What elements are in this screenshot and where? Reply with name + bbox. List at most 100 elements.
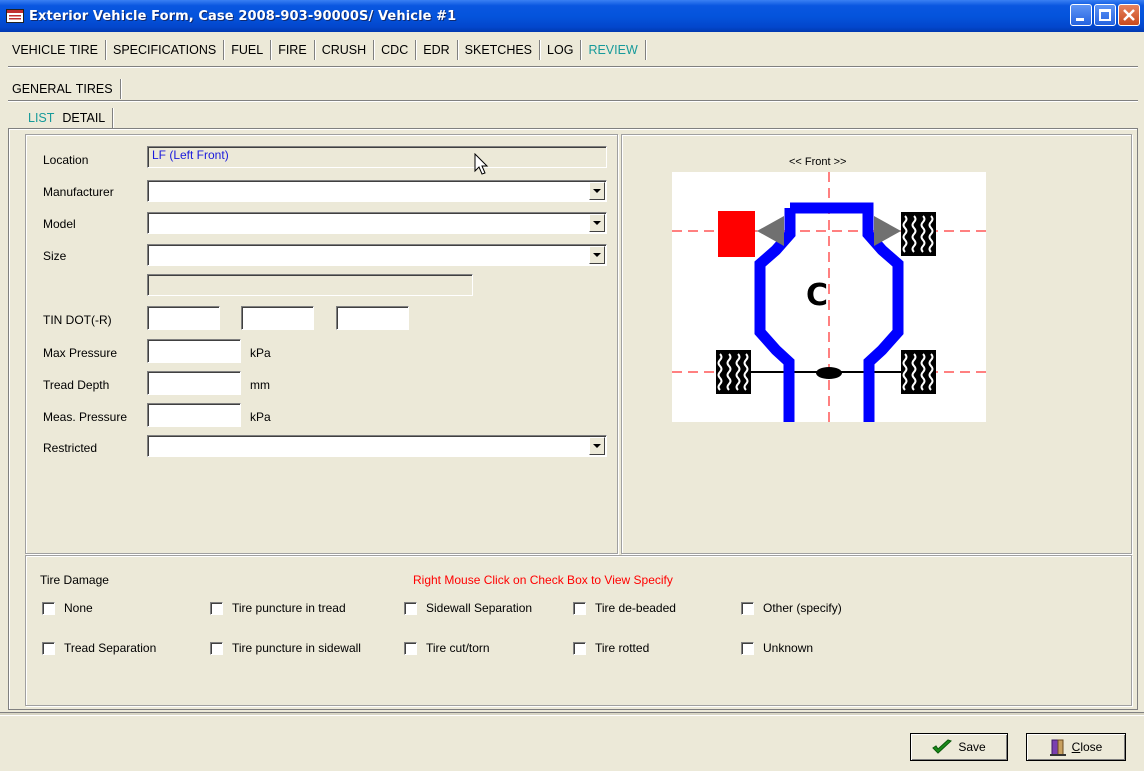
tread-depth-field[interactable] <box>147 371 241 395</box>
tab-divider <box>580 40 582 60</box>
tab-divider <box>119 79 121 99</box>
title-bar: Exterior Vehicle Form, Case 2008-903-900… <box>0 0 1144 32</box>
close-icon <box>1123 9 1135 21</box>
checkbox[interactable] <box>741 601 754 615</box>
right-front-tire[interactable] <box>901 212 936 256</box>
tab-fuel[interactable]: FUEL <box>227 40 267 60</box>
door-exit-icon <box>1049 739 1066 756</box>
checkbox-label: Tire rotted <box>595 641 650 655</box>
damage-option-cut-torn[interactable]: Tire cut/torn <box>404 641 490 655</box>
chevron-down-icon[interactable] <box>589 182 605 200</box>
damage-option-unknown[interactable]: Unknown <box>741 641 813 655</box>
max-pressure-field[interactable] <box>147 339 241 363</box>
left-front-tire-selected[interactable] <box>718 211 755 257</box>
tire-damage-title: Tire Damage <box>40 573 109 587</box>
differential-icon <box>816 367 842 379</box>
manufacturer-dropdown[interactable] <box>147 180 607 202</box>
tab-fire[interactable]: FIRE <box>274 40 310 60</box>
location-label: Location <box>43 153 89 167</box>
save-button-label: Save <box>958 740 986 754</box>
sub-tab-divider <box>8 100 1138 101</box>
tab-divider <box>104 40 106 60</box>
window-title: Exterior Vehicle Form, Case 2008-903-900… <box>29 8 457 24</box>
tab-log[interactable]: LOG <box>543 40 577 60</box>
mouse-cursor-icon <box>474 153 489 175</box>
damage-option-tread-separation[interactable]: Tread Separation <box>42 641 156 655</box>
checkbox-label: Unknown <box>763 641 814 655</box>
footer-divider <box>0 712 1144 716</box>
model-dropdown[interactable] <box>147 212 607 234</box>
checkbox-label: Tire puncture in sidewall <box>232 641 361 655</box>
damage-option-rotted[interactable]: Tire rotted <box>573 641 649 655</box>
tab-list[interactable]: LIST <box>24 108 58 128</box>
checkbox[interactable] <box>42 641 55 655</box>
tab-divider <box>373 40 375 60</box>
meas-pressure-label: Meas. Pressure <box>43 410 128 424</box>
front-label: << Front >> <box>789 156 847 168</box>
tab-vehicle[interactable]: VEHICLE <box>8 40 70 60</box>
size-detail-field <box>147 274 473 296</box>
damage-option-sidewall-separation[interactable]: Sidewall Separation <box>404 601 532 615</box>
chevron-down-icon[interactable] <box>589 246 605 264</box>
tab-detail[interactable]: DETAIL <box>58 108 109 128</box>
restricted-label: Restricted <box>43 441 98 455</box>
close-button-label: Close <box>1072 740 1103 754</box>
manufacturer-label: Manufacturer <box>43 185 114 199</box>
restricted-dropdown[interactable] <box>147 435 607 457</box>
tread-depth-label: Tread Depth <box>43 378 110 392</box>
checkbox[interactable] <box>573 641 586 655</box>
view-tab-bar: LIST DETAIL <box>24 104 116 128</box>
sub-tab-bar: GENERAL TIRES <box>8 75 124 99</box>
checkbox-label: Tire puncture in tread <box>232 601 346 615</box>
tab-tires[interactable]: TIRES <box>76 79 117 99</box>
maximize-button[interactable] <box>1094 4 1116 26</box>
tin-dot-field-3[interactable] <box>336 306 409 330</box>
close-button[interactable]: Close <box>1026 733 1126 761</box>
tin-dot-field-1[interactable] <box>147 306 220 330</box>
location-value: LF (Left Front) <box>152 148 229 162</box>
checkbox[interactable] <box>210 641 223 655</box>
tab-specifications[interactable]: SPECIFICATIONS <box>109 40 220 60</box>
damage-option-de-beaded[interactable]: Tire de-beaded <box>573 601 676 615</box>
tab-sketches[interactable]: SKETCHES <box>461 40 536 60</box>
center-letter: C <box>806 278 829 313</box>
location-field: LF (Left Front) <box>147 146 607 168</box>
main-tab-bar: VEHICLE TIRE SPECIFICATIONS FUEL FIRE CR… <box>8 36 649 60</box>
tab-edr[interactable]: EDR <box>419 40 453 60</box>
max-pressure-unit: kPa <box>250 346 271 360</box>
save-button[interactable]: Save <box>910 733 1008 761</box>
tab-crush[interactable]: CRUSH <box>318 40 370 60</box>
close-window-button[interactable] <box>1118 4 1140 26</box>
maximize-icon <box>1099 9 1111 21</box>
tab-divider <box>539 40 541 60</box>
damage-option-puncture-tread[interactable]: Tire puncture in tread <box>210 601 346 615</box>
checkbox[interactable] <box>42 601 55 615</box>
checkbox[interactable] <box>573 601 586 615</box>
chevron-down-icon[interactable] <box>589 214 605 232</box>
size-dropdown[interactable] <box>147 244 607 266</box>
right-rear-tire[interactable] <box>901 350 936 394</box>
checkbox[interactable] <box>741 641 754 655</box>
minimize-button[interactable] <box>1070 4 1092 26</box>
checkmark-icon <box>932 739 953 754</box>
checkbox-label: Sidewall Separation <box>426 601 533 615</box>
tab-cdc[interactable]: CDC <box>377 40 412 60</box>
damage-option-puncture-sidewall[interactable]: Tire puncture in sidewall <box>210 641 361 655</box>
left-rear-tire[interactable] <box>716 350 751 394</box>
damage-option-none[interactable]: None <box>42 601 93 615</box>
tab-general[interactable]: GENERAL <box>8 79 76 99</box>
meas-pressure-field[interactable] <box>147 403 241 427</box>
checkbox[interactable] <box>404 641 417 655</box>
app-form-icon <box>6 9 24 23</box>
specify-hint: Right Mouse Click on Check Box to View S… <box>413 573 673 587</box>
damage-option-other[interactable]: Other (specify) <box>741 601 842 615</box>
tin-dot-field-2[interactable] <box>241 306 314 330</box>
tab-review[interactable]: REVIEW <box>584 40 641 60</box>
checkbox[interactable] <box>210 601 223 615</box>
tab-tire[interactable]: TIRE <box>70 40 102 60</box>
left-front-hub <box>757 216 784 246</box>
checkbox[interactable] <box>404 601 417 615</box>
chevron-down-icon[interactable] <box>589 437 605 455</box>
tread-depth-unit: mm <box>250 378 270 392</box>
tab-divider <box>456 40 458 60</box>
